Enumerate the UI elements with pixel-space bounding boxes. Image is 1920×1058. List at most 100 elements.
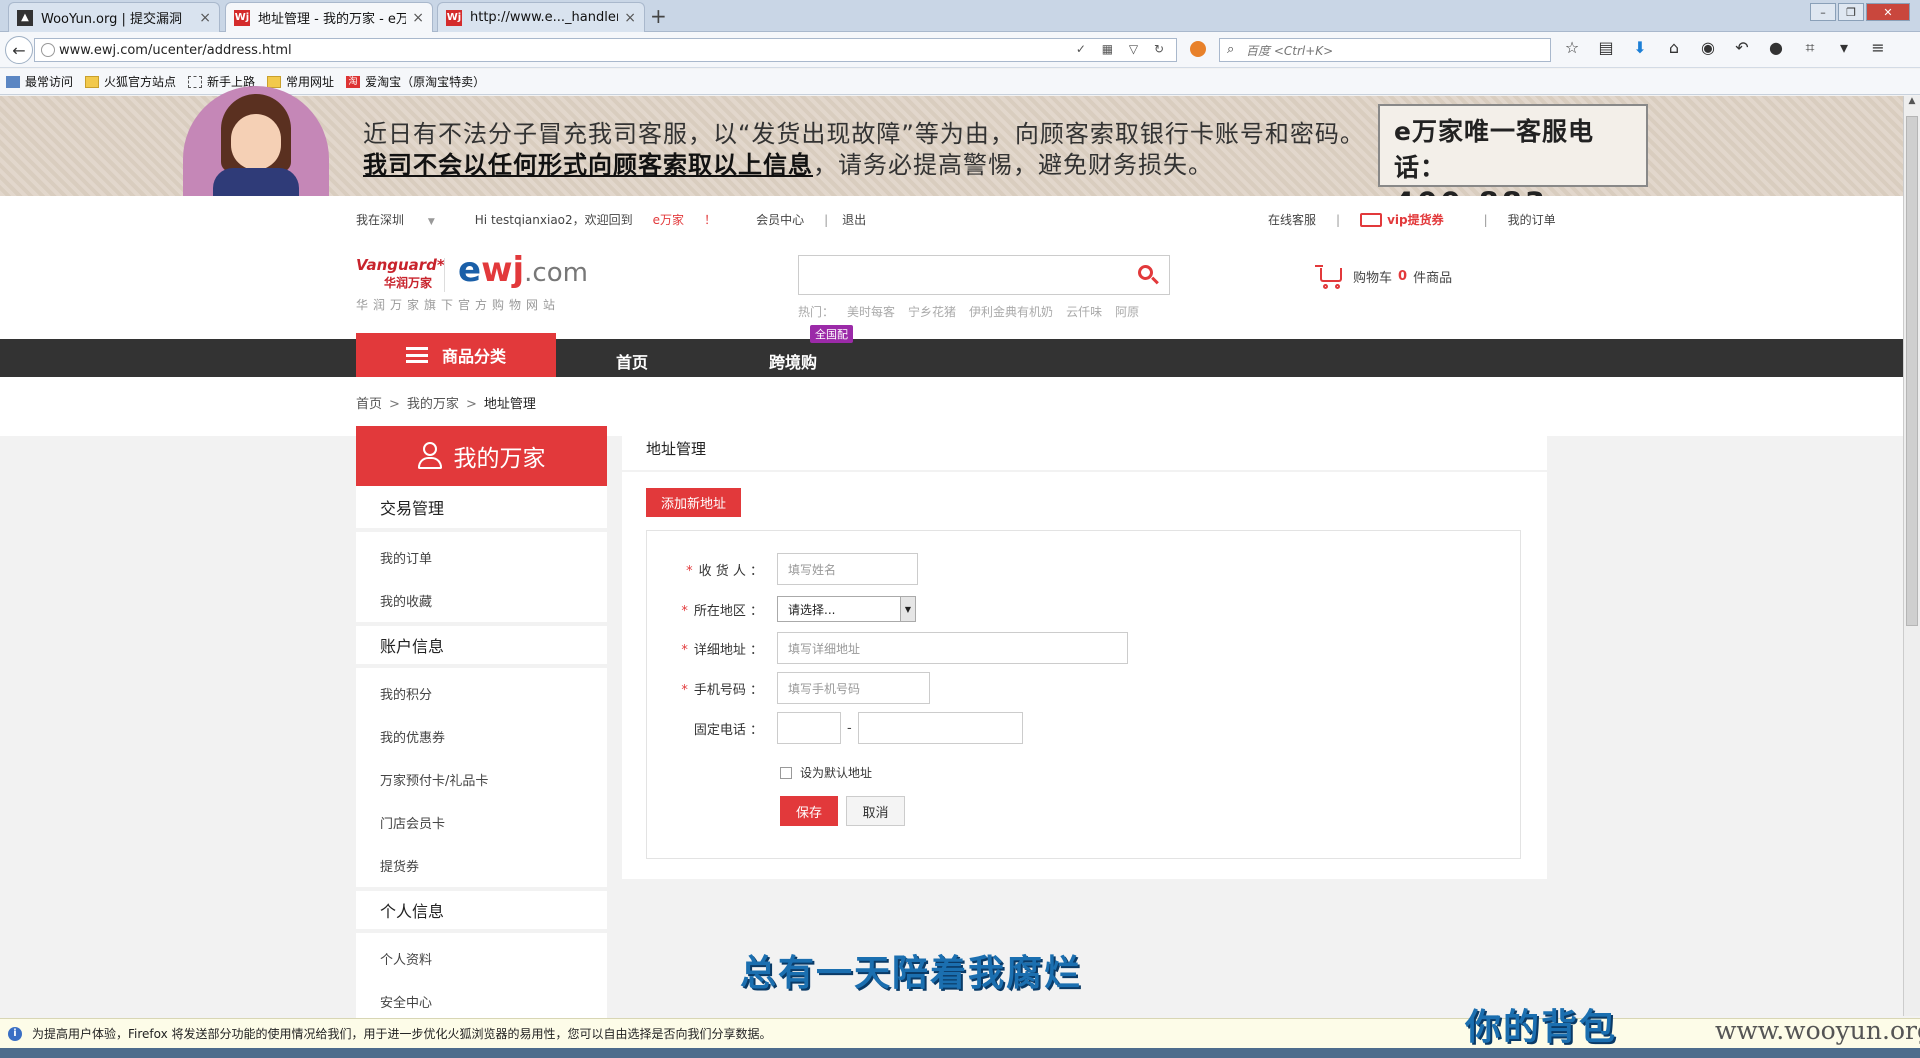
checkbox[interactable] xyxy=(780,766,792,779)
chevron-down-icon: ▼ xyxy=(900,597,915,621)
my-orders-link[interactable]: 我的订单 xyxy=(1508,211,1556,228)
close-window-icon[interactable]: ✕ xyxy=(1866,3,1910,21)
close-icon[interactable]: × xyxy=(624,10,636,26)
sidebar-item-profile[interactable]: 个人资料 xyxy=(356,937,607,980)
hot-label: 热门： xyxy=(798,305,835,319)
sidebar-section-account: 账户信息 xyxy=(356,622,607,668)
divider: | xyxy=(1336,212,1341,227)
close-icon[interactable]: × xyxy=(412,10,424,26)
tab-wooyun[interactable]: ▲ WooYun.org | 提交漏洞 × xyxy=(8,2,220,32)
logout-link[interactable]: 退出 xyxy=(842,211,866,228)
sidebar-item-vouchers[interactable]: 提货券 xyxy=(356,844,607,887)
video-subtitle-2: 你的背包 xyxy=(1465,1007,1618,1048)
save-button[interactable]: 保存 xyxy=(780,796,838,826)
sidebar-item-orders[interactable]: 我的订单 xyxy=(356,536,607,579)
hot-item[interactable]: 阿原 xyxy=(1115,303,1139,320)
bookmark-star-icon[interactable]: ☆ xyxy=(1560,38,1584,58)
bookmark-icon xyxy=(6,75,20,88)
site-logo[interactable]: Vanguard* 华润万家 ewj.com 华润万家旗下官方购物网站 xyxy=(356,250,588,316)
url-text: www.ewj.com/ucenter/address.html xyxy=(59,42,292,58)
dropdown-icon[interactable]: ▾ xyxy=(1832,38,1856,58)
menu-icon[interactable]: ≡ xyxy=(1866,38,1890,58)
greeting: Hi testqianxiao2，欢迎回到 e万家！ xyxy=(474,213,717,227)
page-icon xyxy=(188,75,203,88)
bookmark-firefox[interactable]: 火狐官方站点 xyxy=(85,73,176,90)
sidebar-item-points[interactable]: 我的积分 xyxy=(356,672,607,715)
receiver-input[interactable]: 填写姓名 xyxy=(777,553,918,585)
minimize-icon[interactable]: – xyxy=(1810,3,1836,21)
reading-list-icon[interactable]: ▤ xyxy=(1594,38,1618,58)
add-address-button[interactable]: 添加新地址 xyxy=(646,488,742,517)
breadcrumb-home[interactable]: 首页 xyxy=(356,397,382,412)
wooyun-favicon-icon: ▲ xyxy=(17,9,33,26)
site-search-input[interactable] xyxy=(798,255,1170,295)
hot-item[interactable]: 宁乡花猪 xyxy=(908,303,956,320)
comment-icon[interactable]: ● xyxy=(1764,38,1788,58)
addon-icon[interactable] xyxy=(1190,41,1206,57)
sidebar-item-coupons[interactable]: 我的优惠券 xyxy=(356,715,607,758)
tab-handler[interactable]: Wj http://www.e..._handler.jsx × xyxy=(437,2,645,32)
sidebar-item-favorites[interactable]: 我的收藏 xyxy=(356,579,607,622)
mobile-input[interactable]: 填写手机号码 xyxy=(777,672,930,704)
default-address-checkbox[interactable]: 设为默认地址 xyxy=(780,764,872,781)
cart-unit: 件商品 xyxy=(1413,270,1453,286)
bookmark-common[interactable]: 常用网址 xyxy=(267,73,334,90)
home-icon[interactable]: ⌂ xyxy=(1662,38,1686,58)
cancel-button[interactable]: 取消 xyxy=(846,796,905,826)
tab-title: http://www.e..._handler.jsx xyxy=(470,10,618,25)
ewj-favicon-icon: Wj xyxy=(234,9,250,26)
detail-row: * 详细地址 ： 填写详细地址 xyxy=(647,632,1128,664)
receiver-label: * 收 货 人 ： xyxy=(686,563,763,579)
vip-voucher-link[interactable]: vip提货券 xyxy=(1360,211,1464,228)
browser-search-input[interactable]: ⌕ 百度 <Ctrl+K> xyxy=(1219,38,1551,62)
download-icon[interactable]: ⬇ xyxy=(1628,38,1652,58)
warning-emphasis: 我司不会以任何形式向顾客索取以上信息 xyxy=(363,151,813,179)
account-sidebar: 我的万家 交易管理 我的订单 我的收藏 账户信息 我的积分 我的优惠券 万家预付… xyxy=(356,426,607,1020)
bookmark-aitaobao[interactable]: 淘爱淘宝（原淘宝特卖） xyxy=(346,73,485,90)
cart-link[interactable]: 购物车 0 件商品 xyxy=(1315,263,1452,289)
fraud-warning-banner: 近日有不法分子冒充我司客服，以“发货出现故障”等为由，向顾客索取银行卡账号和密码… xyxy=(0,86,1903,254)
scrollbar-thumb[interactable] xyxy=(1906,116,1918,626)
tab-address[interactable]: Wj 地址管理 - 我的万家 - e万... × xyxy=(225,2,433,32)
menu-icon xyxy=(405,347,428,363)
globe-icon xyxy=(41,43,55,57)
nav-crossborder[interactable]: 跨境购 xyxy=(769,349,817,373)
chat-icon[interactable]: ◉ xyxy=(1696,38,1720,58)
address-form: * 收 货 人 ： 填写姓名 * 所在地区 ： 请选择... ▼ * 详细地址 ： 填… xyxy=(646,530,1521,859)
browser-search-placeholder: 百度 <Ctrl+K> xyxy=(1246,43,1334,58)
cart-count: 0 xyxy=(1398,268,1408,284)
location-selector[interactable]: 我在深圳 ▼ xyxy=(356,211,455,228)
hot-item[interactable]: 美时每客 xyxy=(847,303,895,320)
detail-label: * 详细地址 ： xyxy=(681,642,763,658)
category-menu-button[interactable]: 商品分类 xyxy=(356,333,556,377)
url-action-icons[interactable]: ✓ ▦ ▽ ↻ xyxy=(1076,42,1170,56)
region-select[interactable]: 请选择... ▼ xyxy=(777,596,916,622)
sidebar-item-store-card[interactable]: 门店会员卡 xyxy=(356,801,607,844)
phone-area-input[interactable] xyxy=(777,712,841,744)
sidebar-item-prepaid-cards[interactable]: 万家预付卡/礼品卡 xyxy=(356,758,607,801)
url-bar[interactable]: www.ewj.com/ucenter/address.html ✓ ▦ ▽ ↻ xyxy=(34,38,1177,62)
hot-item[interactable]: 伊利金典有机奶 xyxy=(969,303,1053,320)
maximize-icon[interactable]: ❐ xyxy=(1838,3,1864,21)
bookmark-most-visited[interactable]: 最常访问 xyxy=(6,73,73,90)
scroll-up-icon[interactable]: ▲ xyxy=(1904,96,1920,112)
search-icon[interactable] xyxy=(1135,262,1161,288)
receiver-row: * 收 货 人 ： 填写姓名 xyxy=(647,553,918,585)
folder-icon xyxy=(267,75,282,88)
crop-icon[interactable]: ⌗ xyxy=(1798,38,1822,58)
nav-home[interactable]: 首页 xyxy=(616,349,648,373)
new-tab-icon[interactable]: + xyxy=(650,4,667,28)
page-scrollbar[interactable]: ▲ xyxy=(1903,96,1920,1016)
hot-item[interactable]: 云仟味 xyxy=(1066,303,1102,320)
member-center-link[interactable]: 会员中心 xyxy=(756,211,804,228)
breadcrumb-my-wanjia[interactable]: 我的万家 xyxy=(407,397,459,412)
detail-address-input[interactable]: 填写详细地址 xyxy=(777,632,1128,664)
back-icon[interactable]: ← xyxy=(5,36,33,64)
close-icon[interactable]: × xyxy=(199,10,211,26)
phone-number-input[interactable] xyxy=(857,712,1023,744)
online-service-link[interactable]: 在线客服 xyxy=(1268,211,1316,228)
sidebar-item-security[interactable]: 安全中心 xyxy=(356,980,607,1020)
sidebar-header[interactable]: 我的万家 xyxy=(356,426,607,486)
undo-icon[interactable]: ↶ xyxy=(1730,38,1754,58)
mobile-label: * 手机号码 ： xyxy=(681,682,763,698)
